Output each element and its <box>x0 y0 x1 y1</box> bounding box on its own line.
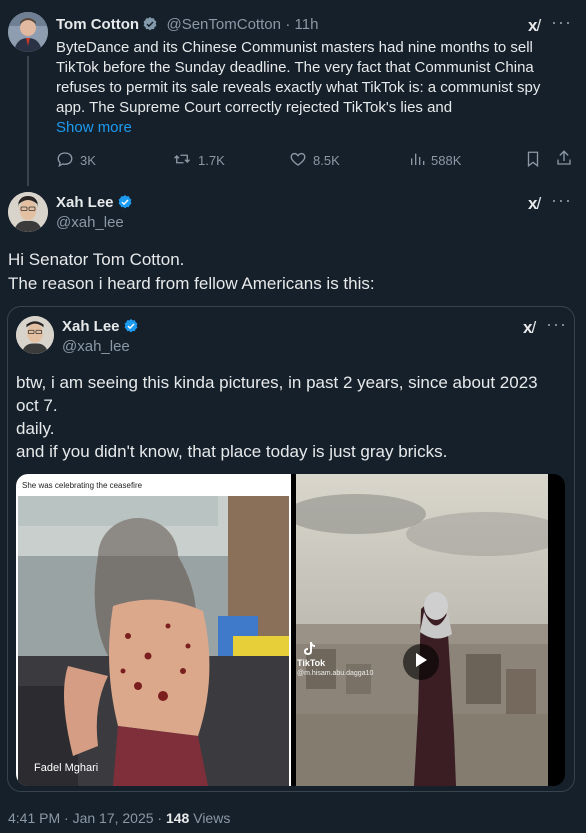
tweet-time[interactable]: · 11h <box>285 16 318 33</box>
image-caption: She was celebrating the ceasefire <box>22 481 143 490</box>
play-icon <box>414 652 428 673</box>
author-name[interactable]: Tom Cotton <box>56 16 139 33</box>
views-count: 148 <box>165 810 190 826</box>
avatar[interactable] <box>16 316 54 354</box>
views-icon <box>409 150 425 171</box>
author-handle[interactable]: @xah_lee <box>62 338 130 355</box>
quoted-text-line: daily. <box>16 419 55 438</box>
retweet-icon <box>172 150 192 171</box>
tweet-meta: 4:41 PM · Jan 17, 2025 · 148 Views <box>8 810 230 826</box>
bookmark-icon[interactable] <box>524 150 542 173</box>
more-icon[interactable]: ··· <box>551 190 572 211</box>
tweet-text-line: The reason i heard from fellow Americans… <box>8 274 375 293</box>
tiktok-brand: TikTok <box>297 658 326 668</box>
reply-icon <box>56 150 74 171</box>
author-name[interactable]: Xah Lee <box>62 318 120 335</box>
reply-button[interactable]: 3K <box>56 150 96 171</box>
media-grid[interactable]: She was celebrating the ceasefire Fadel <box>16 474 565 786</box>
author-name[interactable]: Xah Lee <box>56 194 114 211</box>
author-handle[interactable]: @SenTomCotton <box>166 16 280 33</box>
grok-icon[interactable]: x/ <box>528 194 541 214</box>
verified-badge-icon <box>142 16 158 37</box>
avatar[interactable] <box>8 12 48 52</box>
views-button[interactable]: 588K <box>409 150 461 171</box>
share-icon[interactable] <box>555 149 573 172</box>
thread-line <box>27 56 29 186</box>
reply-count: 3K <box>80 153 96 168</box>
like-button[interactable]: 8.5K <box>289 150 340 171</box>
retweet-count: 1.7K <box>198 153 225 168</box>
retweet-button[interactable]: 1.7K <box>172 150 225 171</box>
tweet-header: Xah Lee <box>56 194 133 215</box>
grok-icon[interactable]: x/ <box>528 16 541 36</box>
views-label: Views <box>193 810 231 826</box>
more-icon[interactable]: ··· <box>551 12 572 33</box>
tweet-text: ByteDance and its Chinese Communist mast… <box>56 39 541 116</box>
show-more-link[interactable]: Show more <box>56 118 132 138</box>
views-count: 588K <box>431 153 462 168</box>
more-icon[interactable]: ··· <box>546 314 567 335</box>
quoted-text-line: oct 7. <box>16 396 58 415</box>
tweet-header: Tom Cotton @SenTomCotton · 11h <box>56 16 318 37</box>
avatar[interactable] <box>8 192 48 232</box>
quoted-text-line: and if you didn't know, that place today… <box>16 442 448 461</box>
verified-badge-icon <box>117 194 133 215</box>
verified-badge-icon <box>123 318 139 339</box>
play-button[interactable] <box>403 644 439 680</box>
tweet-text-line: Hi Senator Tom Cotton. <box>8 250 185 269</box>
quoted-tweet-header: Xah Lee <box>62 318 139 339</box>
quoted-text-line: btw, i am seeing this kinda pictures, in… <box>16 373 538 392</box>
grok-icon[interactable]: x/ <box>523 318 536 338</box>
author-handle[interactable]: @xah_lee <box>56 214 124 231</box>
like-icon <box>289 150 307 171</box>
tiktok-handle: @m.hisam.abu.dagga10 <box>297 670 374 677</box>
like-count: 8.5K <box>313 153 340 168</box>
media-image-right[interactable]: TikTok @m.hisam.abu.dagga10 <box>293 474 565 786</box>
timestamp[interactable]: 4:41 PM · Jan 17, 2025 · <box>8 810 162 826</box>
media-image-left[interactable]: She was celebrating the ceasefire Fadel <box>16 474 291 786</box>
image-watermark: Fadel Mghari <box>34 762 99 774</box>
